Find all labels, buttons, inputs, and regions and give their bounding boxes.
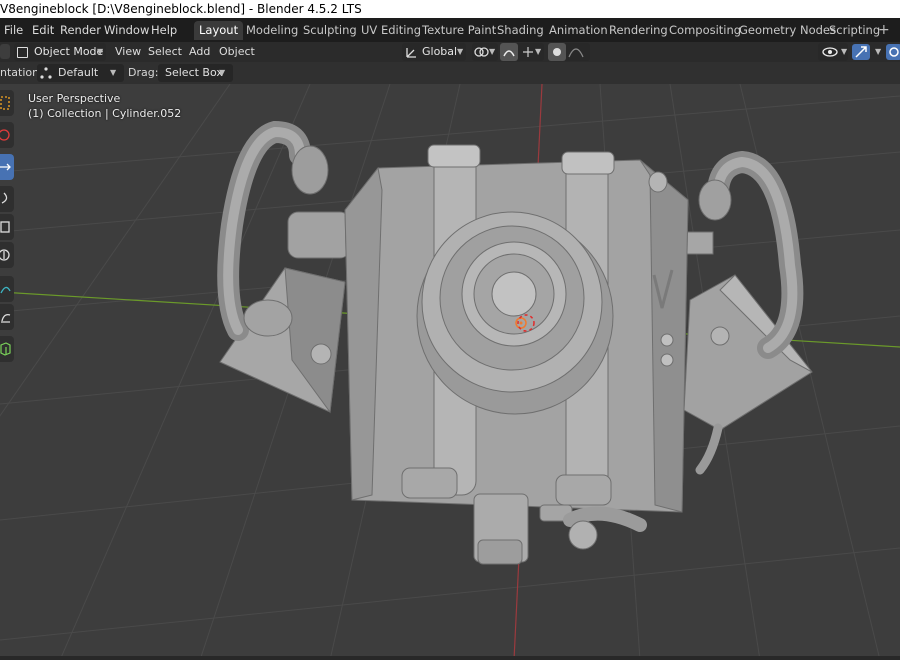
- timeline-edge: [0, 656, 900, 660]
- viewport-collection-info: (1) Collection | Cylinder.052: [28, 107, 182, 120]
- orientation-value: Default: [58, 66, 99, 79]
- pivot-point-icon: [474, 47, 489, 57]
- tab-rendering[interactable]: Rendering: [604, 21, 673, 40]
- transform-gizmo-icon: [40, 67, 52, 79]
- drag-field-label: Drag:: [128, 66, 159, 79]
- mode-dropdown[interactable]: Object Mode ▼: [14, 43, 106, 61]
- add-workspace-button[interactable]: +: [878, 21, 890, 40]
- menu-select[interactable]: Select: [148, 44, 182, 60]
- window-titlebar: V8engineblock [D:\V8engineblock.blend] -…: [0, 0, 900, 18]
- menu-file[interactable]: File: [4, 22, 23, 38]
- chevron-down-icon: ▼: [110, 68, 117, 77]
- left-toolbar: [0, 90, 14, 364]
- chevron-down-icon: ▼: [219, 68, 226, 77]
- drag-value: Select Box: [165, 66, 223, 79]
- menu-edit[interactable]: Edit: [32, 22, 54, 38]
- tab-uv-editing[interactable]: UV Editing: [356, 21, 426, 40]
- drag-dropdown[interactable]: Select Box ▼: [158, 64, 233, 82]
- tab-sculpting[interactable]: Sculpting: [298, 21, 362, 40]
- tab-scripting[interactable]: Scripting: [824, 21, 885, 40]
- menu-help[interactable]: Help: [151, 22, 177, 38]
- menu-add[interactable]: Add: [189, 44, 210, 60]
- menu-window[interactable]: Window: [104, 22, 149, 38]
- rotate-tool-icon[interactable]: [0, 186, 14, 212]
- menu-object[interactable]: Object: [219, 44, 255, 60]
- transform-gizmo-icon: [406, 48, 416, 58]
- tool-settings-bar: ntation: Default ▼ Drag: Select Box ▼: [0, 62, 900, 84]
- chevron-down-icon: ▼: [457, 47, 464, 56]
- menu-view[interactable]: View: [115, 44, 141, 60]
- visibility-dropdown[interactable]: ▼: [818, 43, 848, 61]
- gizmo-icon[interactable]: [852, 44, 870, 60]
- chevron-down-icon: ▼: [489, 47, 496, 56]
- snap-icon[interactable]: [500, 43, 518, 61]
- orientation-label: Global: [422, 45, 458, 58]
- tab-layout[interactable]: Layout: [194, 21, 244, 40]
- move-tool-icon[interactable]: [0, 154, 14, 180]
- viewport-header: Object Mode ▼ View Select Add Object Glo…: [0, 42, 900, 62]
- scale-tool-icon[interactable]: [0, 214, 14, 240]
- select-box-tool-icon[interactable]: [0, 90, 14, 116]
- falloff-icon: [568, 48, 584, 58]
- snap-group[interactable]: ▼: [500, 43, 544, 61]
- snap-target-icon: [523, 47, 533, 57]
- viewport-3d[interactable]: [0, 84, 900, 656]
- chevron-down-icon: ▼: [535, 47, 542, 56]
- chevron-down-icon: ▼: [97, 47, 104, 56]
- proportional-edit-group[interactable]: [548, 43, 590, 61]
- add-cube-tool-icon[interactable]: [0, 336, 14, 362]
- tab-texture-paint[interactable]: Texture Paint: [417, 21, 501, 40]
- editor-type-icon[interactable]: [0, 44, 10, 59]
- menu-render[interactable]: Render: [60, 22, 101, 38]
- measure-tool-icon[interactable]: [0, 304, 14, 330]
- viewport-perspective-label: User Perspective: [28, 92, 121, 105]
- pivot-dropdown[interactable]: ▼: [472, 43, 498, 61]
- transform-orientation-dropdown[interactable]: Global ▼: [402, 43, 466, 61]
- chevron-down-icon: ▼: [875, 47, 882, 56]
- transform-tool-icon[interactable]: [0, 242, 14, 268]
- annotate-tool-icon[interactable]: [0, 276, 14, 302]
- proportional-edit-icon[interactable]: [548, 43, 566, 61]
- tab-animation[interactable]: Animation: [544, 21, 613, 40]
- selectability-icon: [822, 47, 838, 57]
- cursor-tool-icon[interactable]: [0, 122, 14, 148]
- chevron-down-icon: ▼: [841, 47, 848, 56]
- window-title: V8engineblock [D:\V8engineblock.blend] -…: [0, 2, 362, 16]
- tab-shading[interactable]: Shading: [492, 21, 549, 40]
- overlay-icon[interactable]: [886, 44, 900, 60]
- object-mode-icon: [17, 47, 28, 58]
- engine-block-model[interactable]: [217, 120, 813, 565]
- mode-label: Object Mode: [34, 45, 104, 58]
- orientation-dropdown[interactable]: Default ▼: [37, 64, 124, 82]
- tab-modeling[interactable]: Modeling: [241, 21, 303, 40]
- top-menubar: File Edit Render Window Help Layout Mode…: [0, 18, 900, 42]
